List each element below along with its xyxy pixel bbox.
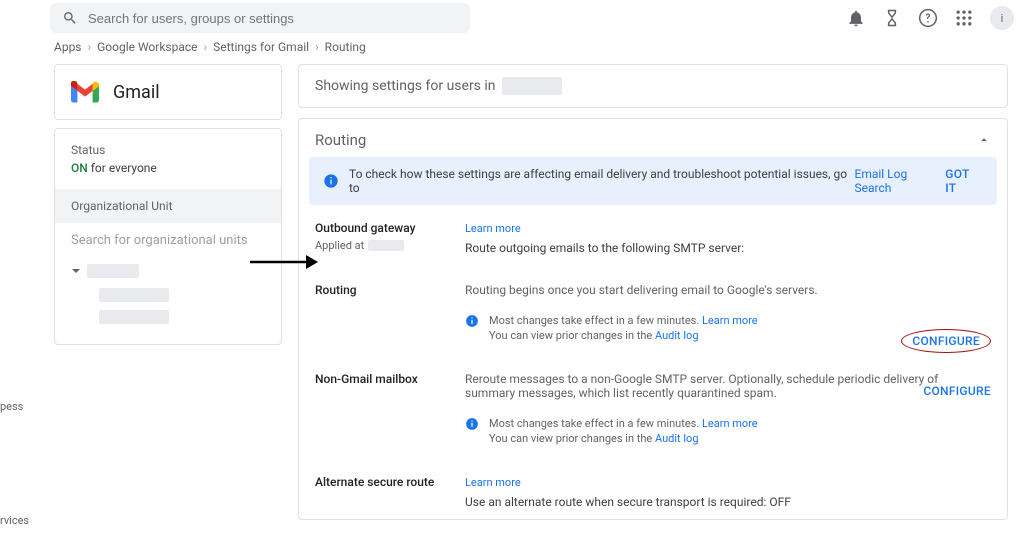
outbound-learn-more-link[interactable]: Learn more <box>465 222 521 235</box>
breadcrumb-workspace[interactable]: Google Workspace <box>97 40 197 54</box>
notifications-icon[interactable] <box>846 8 866 28</box>
altsecure-desc: Use an alternate route when secure trans… <box>465 495 991 509</box>
routing-audit-log-link[interactable]: Audit log <box>655 329 699 342</box>
routing-note1-link[interactable]: Learn more <box>702 314 758 327</box>
status-label: Status <box>71 143 265 157</box>
org-child-redacted[interactable] <box>99 288 169 302</box>
info-icon <box>323 173 339 189</box>
routing-desc: Routing begins once you start delivering… <box>465 283 991 297</box>
outbound-applied-at: Applied at <box>315 239 364 252</box>
org-unit-header: Organizational Unit <box>55 189 281 223</box>
gmail-logo-icon <box>71 81 99 103</box>
search-icon <box>62 10 78 26</box>
info-banner: To check how these settings are affectin… <box>309 157 997 205</box>
banner-text: To check how these settings are affectin… <box>349 167 851 195</box>
apps-grid-icon[interactable] <box>954 8 974 28</box>
status-card: Status ON for everyone Organizational Un… <box>54 128 282 345</box>
nongmail-audit-log-link[interactable]: Audit log <box>655 432 699 445</box>
outbound-applied-value-redacted <box>368 240 404 251</box>
nongmail-note1-link[interactable]: Learn more <box>702 417 758 430</box>
nongmail-note2: You can view prior changes in the <box>489 432 652 445</box>
section-alternate-secure-route: Alternate secure route Learn more Use an… <box>299 447 1007 509</box>
nongmail-note1: Most changes take effect in a few minute… <box>489 417 699 430</box>
section-outbound-gateway: Outbound gateway Applied at Learn more R… <box>299 205 1007 255</box>
got-it-button[interactable]: GOT IT <box>945 167 983 195</box>
org-root-name-redacted <box>87 264 139 278</box>
page-title: Gmail <box>113 82 160 103</box>
settings-scope-header: Showing settings for users in <box>298 64 1008 108</box>
org-tree-root[interactable] <box>71 264 265 278</box>
status-on-text: ON <box>71 161 88 175</box>
outbound-desc: Route outgoing emails to the following S… <box>465 241 991 255</box>
breadcrumb-apps[interactable]: Apps <box>54 40 82 54</box>
email-log-search-link[interactable]: Email Log Search <box>855 167 946 195</box>
status-suffix: for everyone <box>88 161 157 175</box>
gmail-header-card: Gmail <box>54 64 282 120</box>
altsecure-label: Alternate secure route <box>315 475 465 489</box>
hourglass-icon[interactable] <box>882 8 902 28</box>
outbound-label: Outbound gateway <box>315 221 465 235</box>
routing-note1: Most changes take effect in a few minute… <box>489 314 699 327</box>
search-input[interactable] <box>88 11 458 26</box>
info-icon <box>465 417 479 431</box>
global-search[interactable] <box>50 3 470 33</box>
routing-label: Routing <box>315 283 465 297</box>
caret-down-icon <box>71 266 81 276</box>
collapse-icon[interactable] <box>977 133 991 147</box>
nongmail-desc: Reroute messages to a non-Google SMTP se… <box>465 372 991 400</box>
routing-note2: You can view prior changes in the <box>489 329 652 342</box>
cropped-side-text: rvices <box>0 514 29 527</box>
breadcrumb-settings-gmail[interactable]: Settings for Gmail <box>213 40 309 54</box>
nongmail-label: Non-Gmail mailbox <box>315 372 465 386</box>
org-child-redacted[interactable] <box>99 310 169 324</box>
section-non-gmail-mailbox: Non-Gmail mailbox Reroute messages to a … <box>299 344 1007 447</box>
breadcrumb: Apps› Google Workspace› Settings for Gma… <box>0 36 1024 64</box>
help-icon[interactable] <box>918 8 938 28</box>
nongmail-configure-button[interactable]: CONFIGURE <box>923 384 991 398</box>
settings-scope-value-redacted <box>502 77 562 95</box>
info-icon <box>465 314 479 328</box>
section-routing: Routing Routing begins once you start de… <box>299 255 1007 344</box>
routing-card: Routing To check how these settings are … <box>298 118 1008 520</box>
breadcrumb-current: Routing <box>325 40 366 54</box>
annotation-arrow-icon <box>248 250 318 274</box>
cropped-side-text: pess <box>0 400 23 413</box>
altsecure-learn-more-link[interactable]: Learn more <box>465 476 521 489</box>
profile-avatar[interactable]: i <box>990 6 1014 30</box>
settings-scope-prefix: Showing settings for users in <box>315 78 496 94</box>
routing-card-title: Routing <box>315 131 366 149</box>
